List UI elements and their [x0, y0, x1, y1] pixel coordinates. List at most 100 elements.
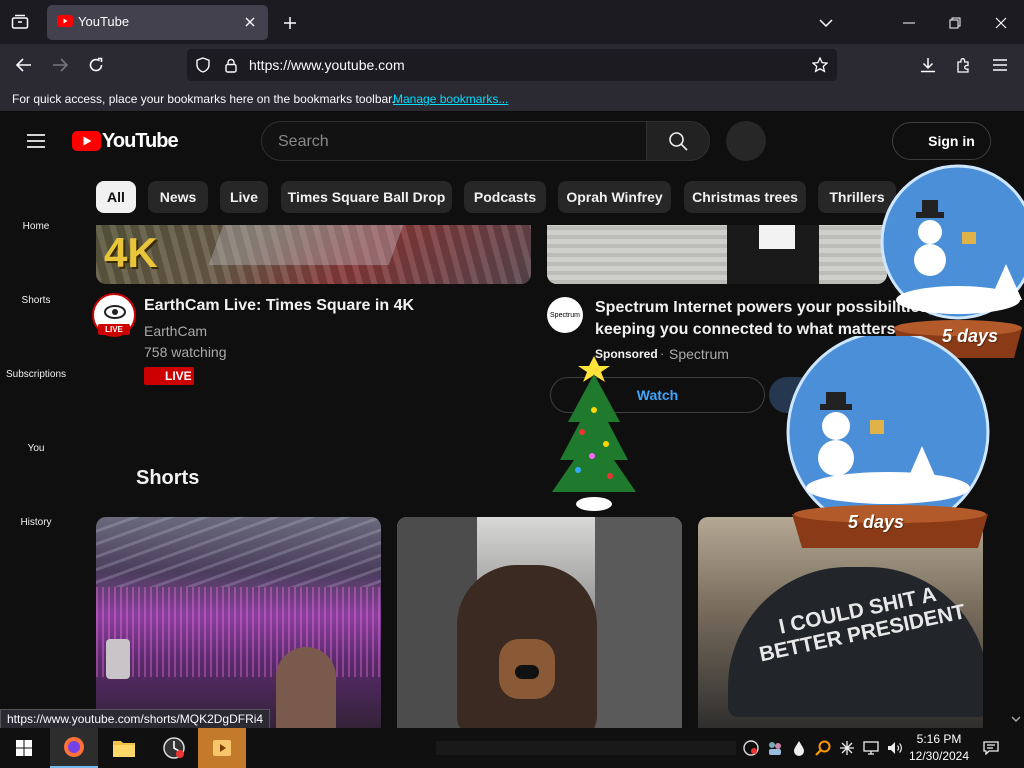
- tab-overview-icon[interactable]: [8, 11, 32, 33]
- lock-icon[interactable]: [221, 55, 241, 75]
- status-url: https://www.youtube.com/shorts/MQK2DgDFR…: [7, 712, 264, 726]
- tray-droplet-icon[interactable]: [789, 738, 809, 758]
- clock-app-icon: [163, 737, 185, 759]
- scroll-down-arrow-icon[interactable]: [1010, 713, 1022, 725]
- folder-icon: [113, 741, 135, 757]
- search-button[interactable]: [646, 121, 710, 161]
- earthcam-logo-icon: [104, 305, 126, 319]
- nav-you[interactable]: You: [0, 443, 72, 454]
- chip-all[interactable]: All: [96, 181, 136, 213]
- url-bar[interactable]: https://www.youtube.com: [187, 49, 837, 81]
- spectrum-logo-text: Spectrum: [550, 311, 580, 319]
- channel-avatar-earthcam[interactable]: LIVE: [92, 293, 136, 337]
- crowd-lights: [96, 587, 381, 677]
- youtube-logo-text: YouTube: [102, 130, 179, 152]
- chip-podcasts[interactable]: Podcasts: [464, 181, 546, 213]
- chip-live[interactable]: Live: [220, 181, 268, 213]
- guide-menu-icon[interactable]: [20, 129, 52, 153]
- dog-nose: [515, 665, 539, 679]
- chip-christmas-trees[interactable]: Christmas trees: [684, 181, 806, 213]
- video-thumbnail-earthcam[interactable]: 4K: [96, 225, 531, 284]
- firefox-icon: [64, 737, 84, 757]
- christmas-tree-overlay: [548, 352, 640, 514]
- clock-date[interactable]: 12/30/2024: [907, 749, 971, 763]
- list-all-tabs-icon[interactable]: [815, 12, 837, 34]
- video-channel-earthcam[interactable]: EarthCam: [144, 323, 207, 339]
- bookmarks-hint: For quick access, place your bookmarks h…: [12, 92, 395, 106]
- youtube-logo-icon: [72, 131, 101, 151]
- person-white-shirt: [759, 225, 795, 249]
- video-title-earthcam[interactable]: EarthCam Live: Times Square in 4K: [144, 297, 414, 315]
- tray-app-icon[interactable]: [741, 738, 761, 758]
- ad-separator: ·: [660, 346, 665, 361]
- short-thumbnail-dog[interactable]: [397, 517, 682, 728]
- voice-search-button[interactable]: [726, 121, 766, 161]
- tray-snowflake-icon[interactable]: [837, 738, 857, 758]
- taskbar-app-3[interactable]: [150, 728, 198, 768]
- windows-logo-icon: [16, 740, 32, 756]
- extensions-icon[interactable]: [952, 53, 976, 77]
- ad-thumbnail-spectrum[interactable]: [547, 225, 887, 284]
- live-badge: LIVE: [144, 367, 194, 385]
- chip-times-square-ball-drop[interactable]: Times Square Ball Drop: [281, 181, 452, 213]
- nav-history[interactable]: History: [0, 517, 72, 528]
- shorts-heading: Shorts: [136, 467, 200, 489]
- link-status-panel: https://www.youtube.com/shorts/MQK2DgDFR…: [0, 709, 271, 729]
- car-door: [595, 517, 682, 728]
- tray-people-icon[interactable]: [765, 738, 785, 758]
- taskbar-firefox[interactable]: [50, 728, 98, 768]
- faded-status-text: [436, 741, 736, 755]
- minimize-icon[interactable]: [898, 12, 920, 34]
- windows-taskbar: 5:16 PM 12/30/2024: [0, 728, 1024, 768]
- bookmarks-toolbar: For quick access, place your bookmarks h…: [0, 86, 1024, 112]
- advertiser-avatar-spectrum[interactable]: Spectrum: [547, 297, 583, 333]
- advertiser-name[interactable]: Spectrum: [669, 346, 729, 362]
- avatar-live-badge: LIVE: [98, 324, 130, 335]
- search-icon: [669, 132, 688, 151]
- sign-in-label: Sign in: [928, 133, 975, 149]
- tray-volume-icon[interactable]: [885, 738, 905, 758]
- tracking-protection-shield-icon[interactable]: [193, 55, 213, 75]
- video-player-icon: [213, 740, 231, 756]
- taskbar-file-explorer[interactable]: [100, 728, 148, 768]
- browser-tab-bar: YouTube: [0, 0, 1024, 44]
- notification-center-icon[interactable]: [980, 738, 1002, 758]
- search-input[interactable]: Search: [261, 121, 647, 161]
- close-tab-icon[interactable]: [241, 13, 259, 31]
- youtube-logo[interactable]: YouTube: [72, 129, 182, 153]
- downloads-icon[interactable]: [916, 53, 940, 77]
- tab-title: YouTube: [78, 14, 130, 29]
- tray-search-icon[interactable]: [813, 738, 833, 758]
- taskbar-video-app[interactable]: [198, 728, 246, 768]
- tray-network-icon[interactable]: [861, 738, 881, 758]
- stadium-roof: [96, 517, 381, 587]
- short-thumbnail-concert[interactable]: [96, 517, 381, 728]
- thumbnail-4k-badge: 4K: [104, 229, 158, 276]
- chip-oprah-winfrey[interactable]: Oprah Winfrey: [558, 181, 671, 213]
- manage-bookmarks-link[interactable]: Manage bookmarks...: [393, 92, 508, 106]
- nav-shorts[interactable]: Shorts: [0, 295, 72, 306]
- back-icon[interactable]: [12, 53, 36, 77]
- snow-globe-widget-bottom[interactable]: 5 days: [786, 330, 992, 554]
- bookmark-star-icon[interactable]: [810, 55, 830, 75]
- street-area: [208, 225, 404, 265]
- url-text[interactable]: https://www.youtube.com: [249, 57, 405, 73]
- reload-icon[interactable]: [84, 53, 108, 77]
- clock-time[interactable]: 5:16 PM: [912, 732, 966, 746]
- nav-subscriptions[interactable]: Subscriptions: [0, 369, 72, 380]
- app-menu-icon[interactable]: [988, 53, 1012, 77]
- browser-tab-youtube[interactable]: YouTube: [47, 5, 268, 40]
- youtube-favicon-icon: [57, 15, 73, 27]
- new-tab-icon[interactable]: [279, 12, 301, 34]
- globe-days-label-bottom: 5 days: [848, 512, 905, 532]
- forward-icon[interactable]: [48, 53, 72, 77]
- browser-navigation-bar: https://www.youtube.com: [0, 44, 1024, 86]
- close-window-icon[interactable]: [990, 12, 1012, 34]
- start-button[interactable]: [0, 728, 48, 768]
- video-viewers-earthcam: 758 watching: [144, 344, 227, 360]
- nav-home[interactable]: Home: [0, 221, 72, 232]
- phone-in-hand: [106, 639, 130, 679]
- raised-hands: [276, 647, 336, 728]
- chip-news[interactable]: News: [148, 181, 208, 213]
- restore-icon[interactable]: [944, 12, 966, 34]
